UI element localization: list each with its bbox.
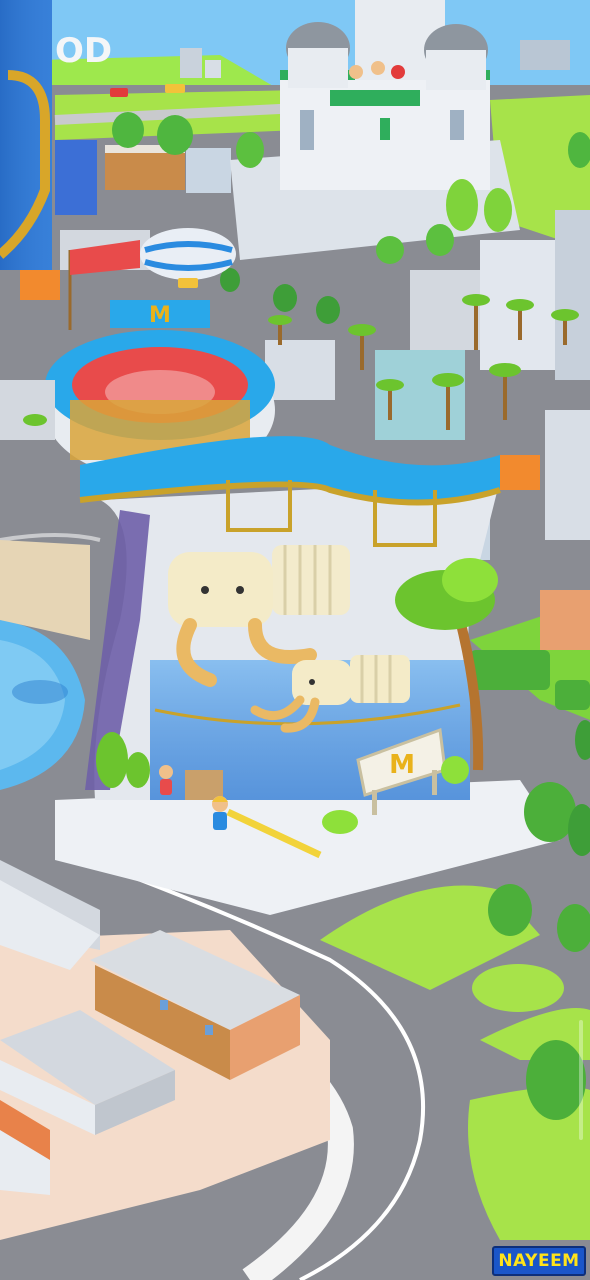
grass-patch bbox=[472, 964, 564, 1012]
office-building bbox=[55, 140, 97, 215]
city-map[interactable]: OD M M bbox=[0, 0, 590, 1280]
apartment-block bbox=[0, 380, 55, 440]
apartment-block bbox=[265, 340, 335, 400]
hedge bbox=[470, 650, 550, 690]
game-scene[interactable]: OD M M NAYEEM bbox=[0, 0, 590, 1280]
bush bbox=[96, 732, 128, 788]
brick-building bbox=[105, 150, 185, 190]
round-building bbox=[410, 270, 485, 350]
visitor-character[interactable] bbox=[212, 796, 228, 830]
museum-logo: M bbox=[389, 750, 415, 780]
distant-building bbox=[180, 48, 202, 78]
car bbox=[110, 88, 128, 97]
bush bbox=[126, 752, 150, 788]
small-shop bbox=[20, 270, 60, 300]
office-tower bbox=[545, 410, 590, 540]
bush bbox=[441, 756, 469, 784]
small-shop bbox=[540, 590, 590, 650]
tree bbox=[488, 884, 532, 936]
hedge bbox=[555, 680, 590, 710]
hollywood-sign-fragment: OD bbox=[55, 31, 112, 71]
office-building bbox=[186, 148, 231, 193]
small-shop bbox=[500, 455, 540, 490]
scroll-indicator bbox=[579, 1020, 583, 1140]
car bbox=[165, 84, 185, 93]
bush bbox=[322, 810, 358, 834]
tree bbox=[526, 1040, 586, 1120]
fish-shadow bbox=[12, 680, 68, 704]
ticket-booth[interactable] bbox=[185, 770, 223, 800]
distant-building bbox=[205, 60, 221, 78]
watermark-text: NAYEEM bbox=[498, 1251, 580, 1271]
watermark-badge: NAYEEM bbox=[492, 1246, 586, 1276]
stadium-logo: M bbox=[149, 303, 171, 328]
distant-building bbox=[520, 40, 570, 70]
visitor-character[interactable] bbox=[159, 765, 173, 795]
